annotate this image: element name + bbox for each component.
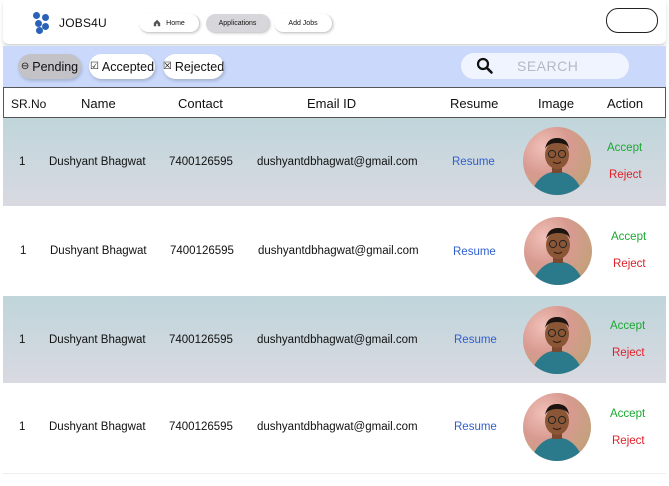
- header-email: Email ID: [307, 96, 357, 111]
- nav-applications[interactable]: Applications: [206, 14, 270, 33]
- nav-home[interactable]: Home: [139, 14, 200, 33]
- profile-button[interactable]: [606, 8, 658, 33]
- filter-bar: ⊖ Pending ☑ Accepted ☒ Rejected: [3, 46, 666, 87]
- avatar: [523, 393, 591, 461]
- reject-button[interactable]: Reject: [613, 258, 646, 270]
- filter-pending-label: Pending: [32, 59, 79, 74]
- jobs4u-logo-icon: [33, 12, 55, 34]
- cell-contact: 7400126595: [169, 334, 233, 346]
- table-row: 1 Dushyant Bhagwat 7400126595 dushyantdb…: [3, 206, 666, 296]
- reject-button[interactable]: Reject: [612, 347, 645, 359]
- resume-link[interactable]: Resume: [452, 156, 495, 168]
- minus-circle-icon: ⊖: [20, 61, 30, 72]
- brand-logo[interactable]: JOBS4U: [33, 12, 107, 34]
- resume-link[interactable]: Resume: [454, 421, 497, 433]
- cell-name: Dushyant Bhagwat: [49, 156, 146, 168]
- filter-rejected-label: Rejected: [174, 59, 225, 74]
- checkbox-checked-icon: ☑: [89, 61, 99, 72]
- cell-contact: 7400126595: [170, 245, 234, 257]
- header-resume: Resume: [450, 96, 499, 111]
- cell-email: dushyantdbhagwat@gmail.com: [258, 245, 419, 257]
- nav-add-jobs-label: Add Jobs: [288, 19, 318, 27]
- cell-contact: 7400126595: [169, 156, 233, 168]
- cell-contact: 7400126595: [169, 421, 233, 433]
- cell-srno: 1: [19, 421, 26, 433]
- accept-button[interactable]: Accept: [611, 231, 646, 243]
- avatar: [524, 217, 592, 285]
- brand-name: JOBS4U: [59, 16, 107, 30]
- cell-email: dushyantdbhagwat@gmail.com: [257, 334, 418, 346]
- filter-rejected-button[interactable]: ☒ Rejected: [163, 54, 224, 79]
- accept-button[interactable]: Accept: [610, 408, 645, 420]
- search-box: [461, 53, 629, 79]
- header-image: Image: [538, 96, 575, 111]
- avatar-photo: [531, 138, 583, 195]
- resume-link[interactable]: Resume: [453, 246, 496, 258]
- nav-home-label: Home: [166, 19, 185, 27]
- cell-srno: 1: [19, 156, 26, 168]
- accept-button[interactable]: Accept: [610, 320, 645, 332]
- reject-button[interactable]: Reject: [612, 435, 645, 447]
- reject-button[interactable]: Reject: [609, 169, 642, 181]
- avatar: [523, 127, 591, 195]
- filter-pending-button[interactable]: ⊖ Pending: [18, 54, 81, 79]
- table-row: 1 Dushyant Bhagwat 7400126595 dushyantdb…: [3, 383, 666, 474]
- filter-accepted-button[interactable]: ☑ Accepted: [89, 54, 155, 79]
- checkbox-x-icon: ☒: [162, 61, 172, 72]
- avatar-photo: [531, 404, 583, 461]
- nav-add-jobs[interactable]: Add Jobs: [274, 14, 333, 33]
- header-action: Action: [607, 96, 644, 111]
- home-icon: [153, 19, 161, 27]
- search-input[interactable]: [515, 57, 619, 75]
- accept-button[interactable]: Accept: [607, 142, 642, 154]
- resume-link[interactable]: Resume: [454, 334, 497, 346]
- table-row: 1 Dushyant Bhagwat 7400126595 dushyantdb…: [3, 118, 666, 206]
- cell-name: Dushyant Bhagwat: [49, 421, 146, 433]
- cell-email: dushyantdbhagwat@gmail.com: [257, 156, 418, 168]
- search-icon[interactable]: [475, 56, 495, 76]
- avatar-photo: [532, 228, 584, 285]
- cell-srno: 1: [19, 334, 26, 346]
- top-nav-bar: JOBS4U Home Applications Add Jobs: [3, 0, 666, 45]
- cell-srno: 1: [20, 245, 27, 257]
- cell-name: Dushyant Bhagwat: [50, 245, 147, 257]
- table-row: 1 Dushyant Bhagwat 7400126595 dushyantdb…: [3, 296, 666, 383]
- avatar-photo: [531, 317, 583, 374]
- nav-applications-label: Applications: [218, 19, 257, 27]
- cell-name: Dushyant Bhagwat: [49, 334, 146, 346]
- avatar: [523, 306, 591, 374]
- filter-accepted-label: Accepted: [101, 59, 155, 74]
- header-contact: Contact: [178, 96, 223, 111]
- header-srno: SR.No: [11, 97, 47, 111]
- cell-email: dushyantdbhagwat@gmail.com: [257, 421, 418, 433]
- header-name: Name: [81, 96, 116, 111]
- table-header: SR.No Name Contact Email ID Resume Image…: [3, 87, 666, 118]
